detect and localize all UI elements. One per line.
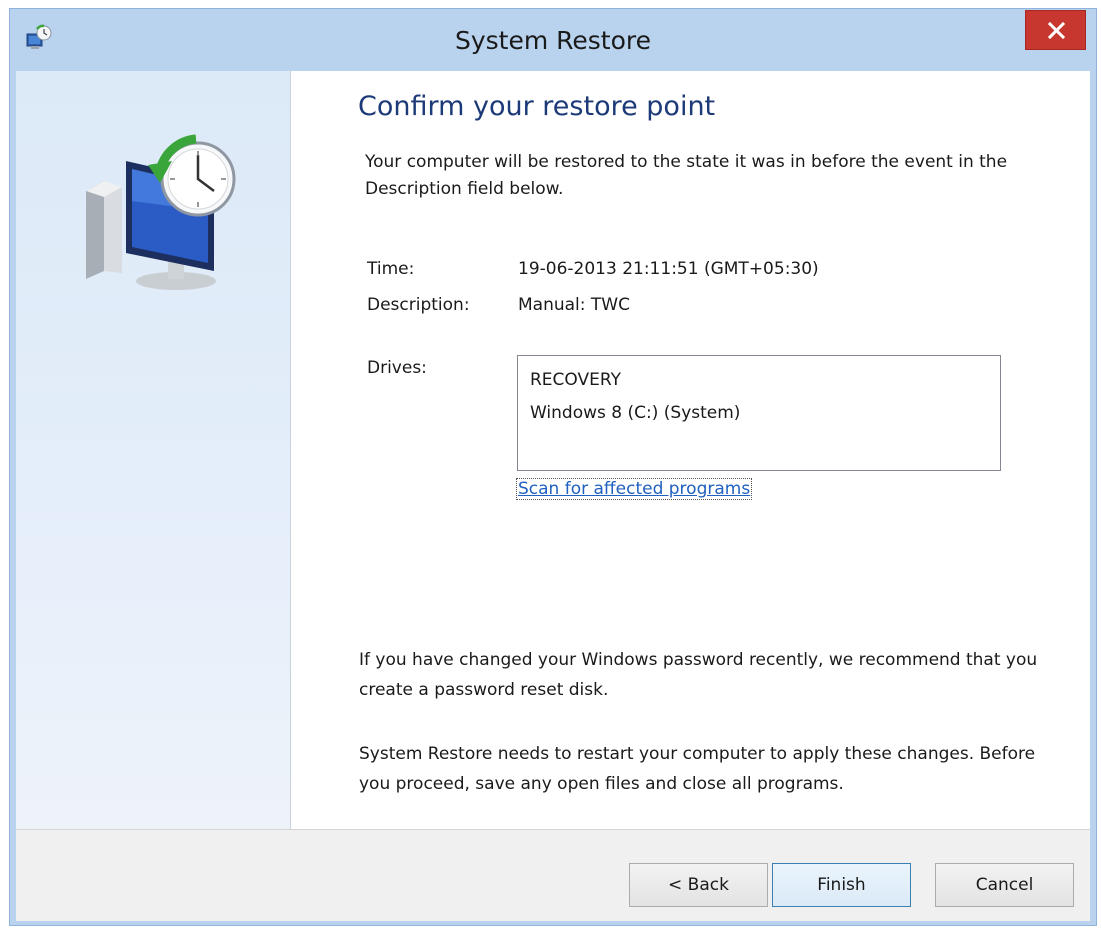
- window-title: System Restore: [454, 26, 652, 55]
- system-restore-window: System Restore Confirm your restore poin…: [9, 8, 1097, 926]
- button-bar: < Back Finish Cancel: [16, 830, 1090, 921]
- scan-affected-programs-link[interactable]: Scan for affected programs: [515, 478, 753, 500]
- finish-button[interactable]: Finish: [772, 863, 911, 907]
- title-bar[interactable]: System Restore: [10, 9, 1096, 71]
- close-icon: [1048, 22, 1065, 39]
- time-label: Time:: [367, 259, 415, 279]
- restart-note: System Restore needs to restart your com…: [359, 744, 1036, 794]
- intro-text: Your computer will be restored to the st…: [365, 152, 1008, 199]
- page-heading: Confirm your restore point: [358, 91, 716, 122]
- list-item[interactable]: Windows 8 (C:) (System): [530, 397, 988, 430]
- close-button[interactable]: [1025, 10, 1086, 50]
- content-panel: Confirm your restore point Your computer…: [291, 71, 1090, 829]
- back-button[interactable]: < Back: [629, 863, 768, 907]
- list-item[interactable]: RECOVERY: [530, 364, 988, 397]
- restore-computer-clock-icon: [86, 134, 236, 290]
- description-label: Description:: [367, 295, 470, 315]
- description-value: Manual: TWC: [518, 295, 630, 315]
- drives-list[interactable]: RECOVERY Windows 8 (C:) (System): [517, 355, 1001, 471]
- cancel-button[interactable]: Cancel: [935, 863, 1074, 907]
- drives-label: Drives:: [367, 358, 427, 378]
- password-note: If you have changed your Windows passwor…: [359, 650, 1038, 700]
- side-panel: [16, 71, 291, 829]
- time-value: 19-06-2013 21:11:51 (GMT+05:30): [518, 259, 819, 279]
- dialog-client-area: Confirm your restore point Your computer…: [16, 71, 1090, 921]
